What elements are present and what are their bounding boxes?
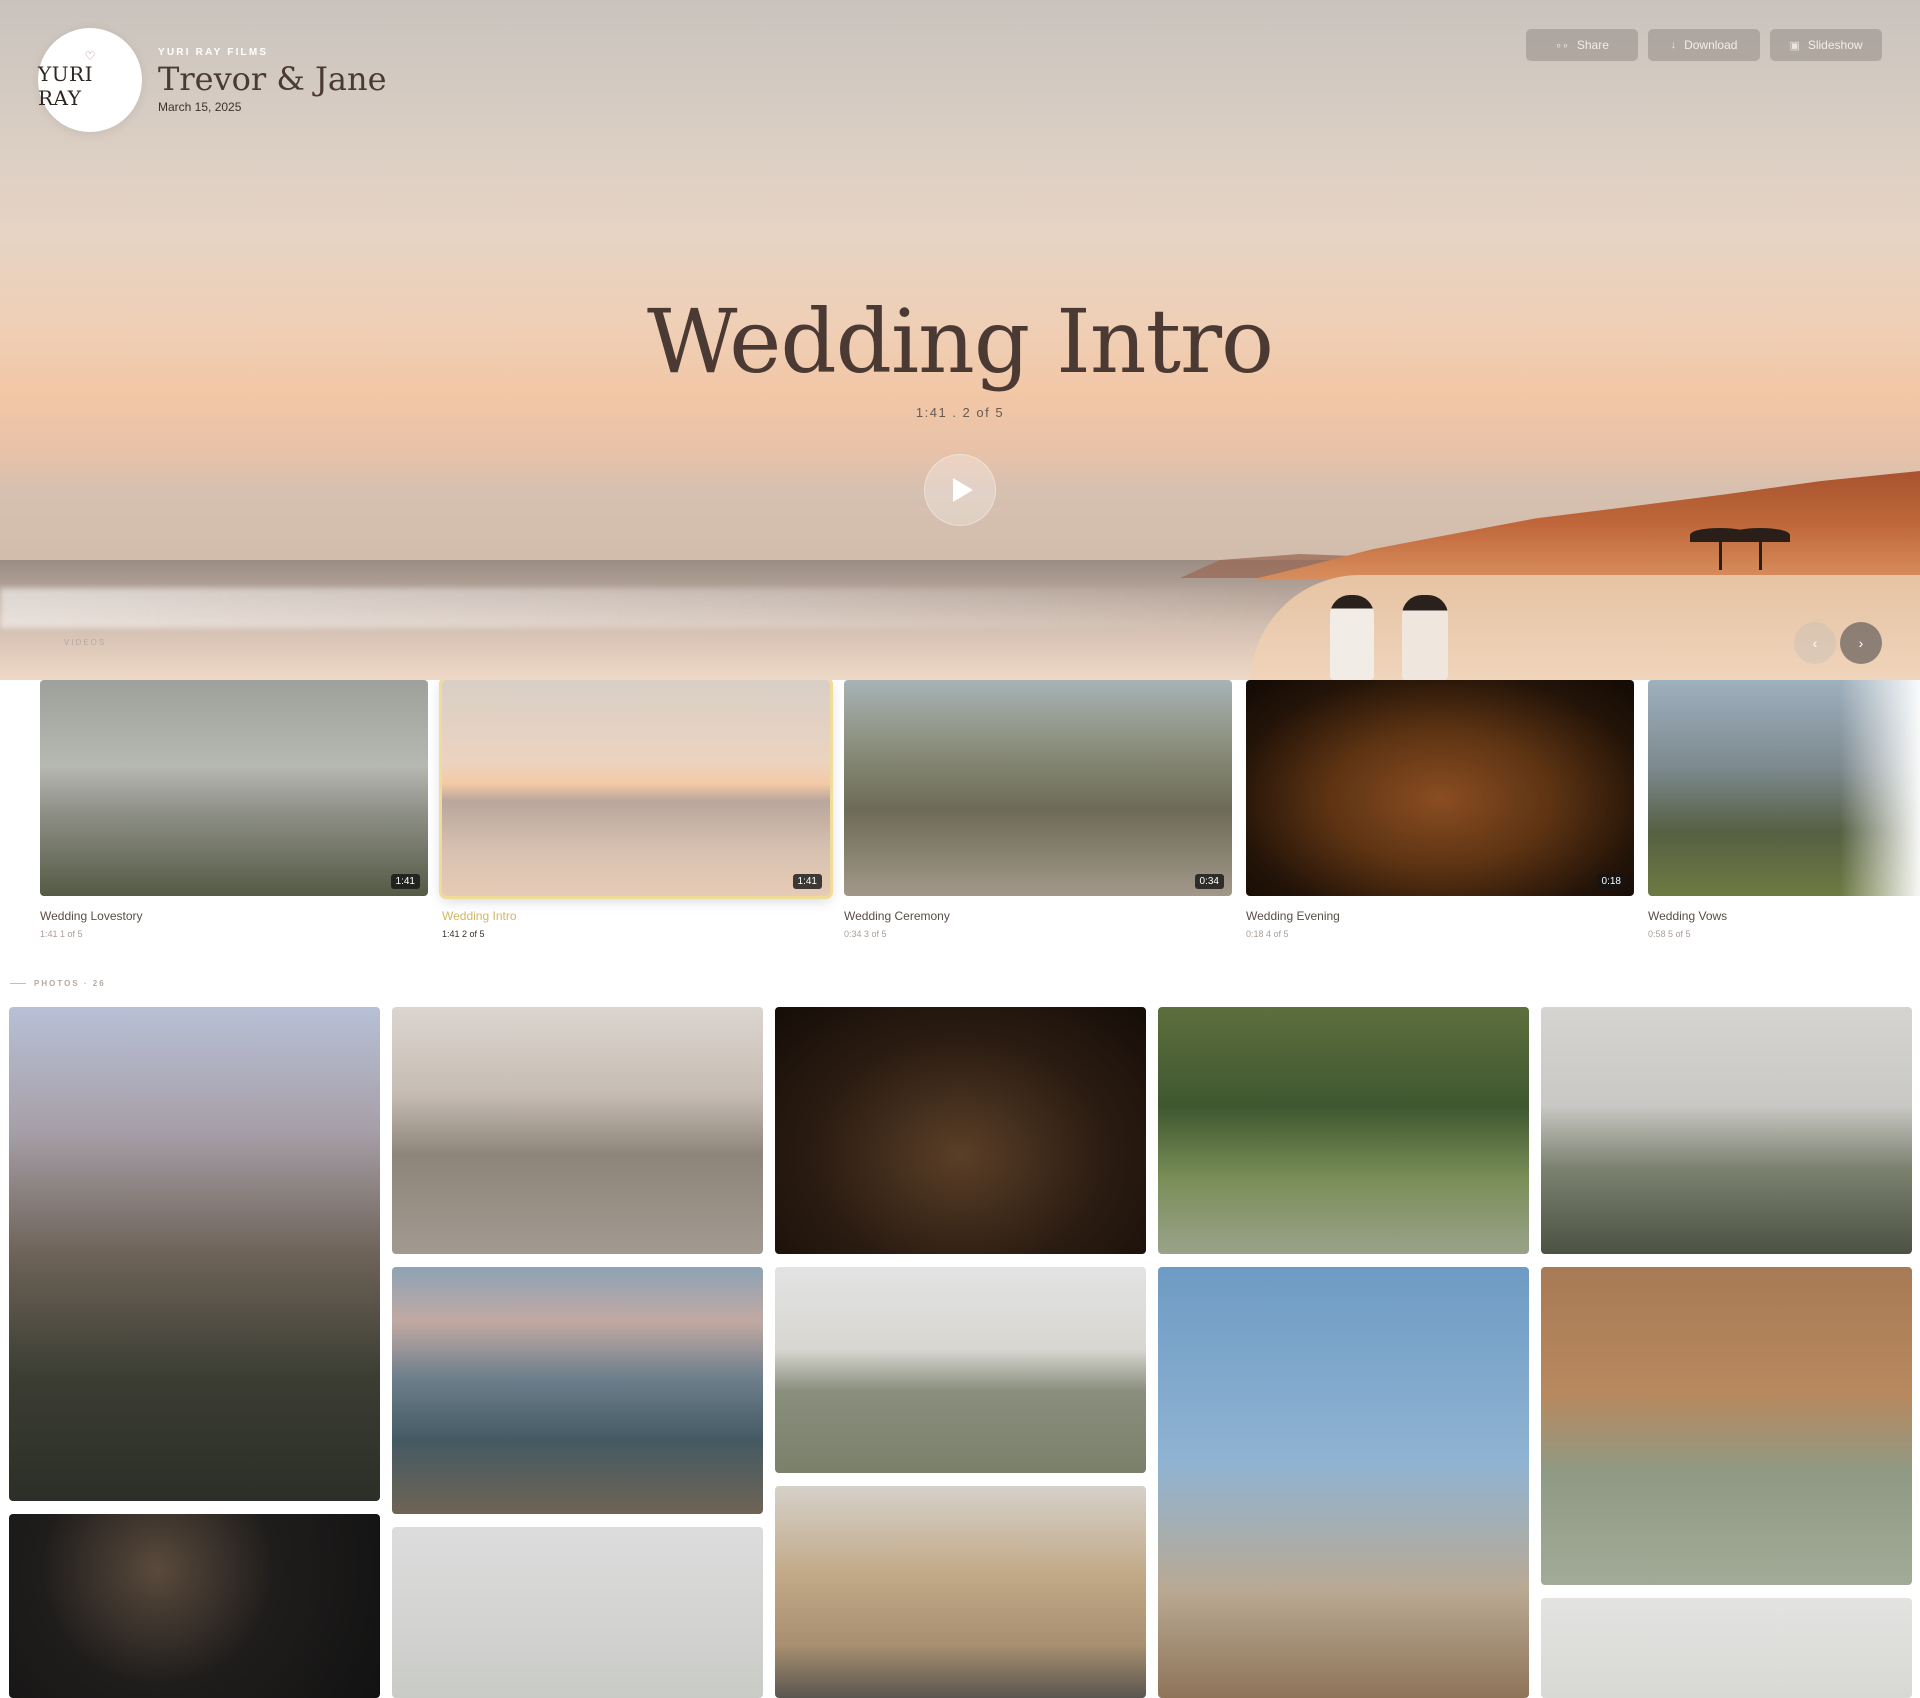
carousel-prev-button[interactable]: ‹ <box>1794 622 1836 664</box>
carousel-next-button[interactable]: › <box>1840 622 1882 664</box>
photo-ocean-couple[interactable] <box>392 1007 763 1254</box>
video-meta: 0:18 4 of 5 <box>1246 929 1289 939</box>
share-button[interactable]: ∘∘ Share <box>1526 29 1638 61</box>
logo-mark: ♡ <box>84 49 96 63</box>
slideshow-button[interactable]: ▣ Slideshow <box>1770 29 1882 61</box>
video-title: Wedding Evening <box>1246 909 1340 923</box>
photo-bridesmaids[interactable] <box>775 1267 1146 1473</box>
video-meta: 0:34 3 of 5 <box>844 929 887 939</box>
video-duration: 1:41 <box>390 874 420 889</box>
hero-groom <box>1330 595 1374 680</box>
video-duration: 0:18 <box>1596 874 1626 889</box>
photo-brooklyn-bridge[interactable] <box>9 1007 380 1501</box>
hero-banner: ♡ YURI RAY YURI RAY FILMS Trevor & Jane … <box>0 0 1920 680</box>
photo-joshua-tree[interactable] <box>1158 1267 1529 1698</box>
brand-logo[interactable]: ♡ YURI RAY <box>38 28 142 132</box>
photo-desert-road[interactable] <box>775 1486 1146 1698</box>
studio-name: YURI RAY FILMS <box>158 46 269 58</box>
video-carousel: 1:41 Wedding Lovestory 1:41 1 of 5 1:41 … <box>40 680 1920 940</box>
carousel-fade <box>1840 680 1920 900</box>
video-title: Wedding Lovestory <box>40 909 143 923</box>
video-title: Wedding Intro <box>442 909 517 923</box>
photo-mountain-couple[interactable] <box>392 1267 763 1514</box>
video-meta: 1:41 2 of 5 <box>442 929 485 939</box>
brand-text: YURI RAY FILMS Trevor & Jane March 15, 2… <box>158 47 387 114</box>
gallery-date: March 15, 2025 <box>158 99 242 114</box>
hero-cliff <box>1250 470 1920 580</box>
share-icon: ∘∘ <box>1555 39 1569 52</box>
video-card[interactable]: 0:34 Wedding Ceremony 0:34 3 of 5 <box>844 680 1232 939</box>
chevron-left-icon: ‹ <box>1812 635 1818 651</box>
photo-ceremony-arch[interactable] <box>392 1527 763 1698</box>
video-thumbnail[interactable]: 1:41 <box>439 680 833 899</box>
logo-text: YURI RAY <box>38 62 94 110</box>
share-label: Share <box>1576 38 1609 52</box>
video-thumbnail[interactable]: 0:34 <box>844 680 1232 896</box>
video-card[interactable]: 1:41 Wedding Lovestory 1:41 1 of 5 <box>40 680 428 939</box>
brand-header: ♡ YURI RAY YURI RAY FILMS Trevor & Jane … <box>38 28 387 132</box>
photo-vintage-car-night[interactable] <box>775 1007 1146 1254</box>
hero-title: Wedding Intro <box>647 290 1274 393</box>
hero-meta: 1:41 . 2 of 5 <box>915 405 1005 420</box>
slideshow-label: Slideshow <box>1807 38 1863 52</box>
video-title: Wedding Vows <box>1648 909 1728 923</box>
photo-barn-bridesmaids[interactable] <box>1541 1267 1912 1585</box>
download-button[interactable]: ↓ Download <box>1648 29 1760 61</box>
video-duration: 1:41 <box>792 874 822 889</box>
gallery-title: Trevor & Jane <box>158 59 387 98</box>
video-meta: 0:58 5 of 5 <box>1648 929 1691 939</box>
download-label: Download <box>1684 38 1738 52</box>
photo-field-couple[interactable] <box>1541 1007 1912 1254</box>
video-thumbnail[interactable]: 1:41 <box>40 680 428 896</box>
video-card-active[interactable]: 1:41 Wedding Intro 1:41 2 of 5 <box>439 680 833 939</box>
video-duration: 0:34 <box>1194 874 1224 889</box>
photos-count-label: PHOTOS · 26 <box>34 979 106 988</box>
photo-forest-couple[interactable] <box>1158 1007 1529 1254</box>
photo-misty[interactable] <box>1541 1598 1912 1698</box>
video-title: Wedding Ceremony <box>844 909 950 923</box>
video-meta: 1:41 1 of 5 <box>40 929 83 939</box>
video-card[interactable]: 0:18 Wedding Evening 0:18 4 of 5 <box>1246 680 1634 939</box>
download-icon: ↓ <box>1670 39 1677 51</box>
photo-sparkler-night[interactable] <box>9 1514 380 1698</box>
hero-bride <box>1402 595 1448 680</box>
hero-umbrella <box>1730 528 1790 570</box>
slideshow-icon: ▣ <box>1789 39 1800 52</box>
chevron-right-icon: › <box>1858 635 1864 651</box>
photos-section-label: PHOTOS · 26 <box>10 979 106 988</box>
play-icon <box>952 478 973 502</box>
video-thumbnail[interactable]: 0:18 <box>1246 680 1634 896</box>
section-rule <box>10 983 26 984</box>
hero-wave <box>0 588 1300 628</box>
videos-section-label: VIDEOS <box>64 638 107 647</box>
play-button[interactable] <box>924 454 996 526</box>
toolbar: ∘∘ Share ↓ Download ▣ Slideshow <box>1526 29 1882 61</box>
